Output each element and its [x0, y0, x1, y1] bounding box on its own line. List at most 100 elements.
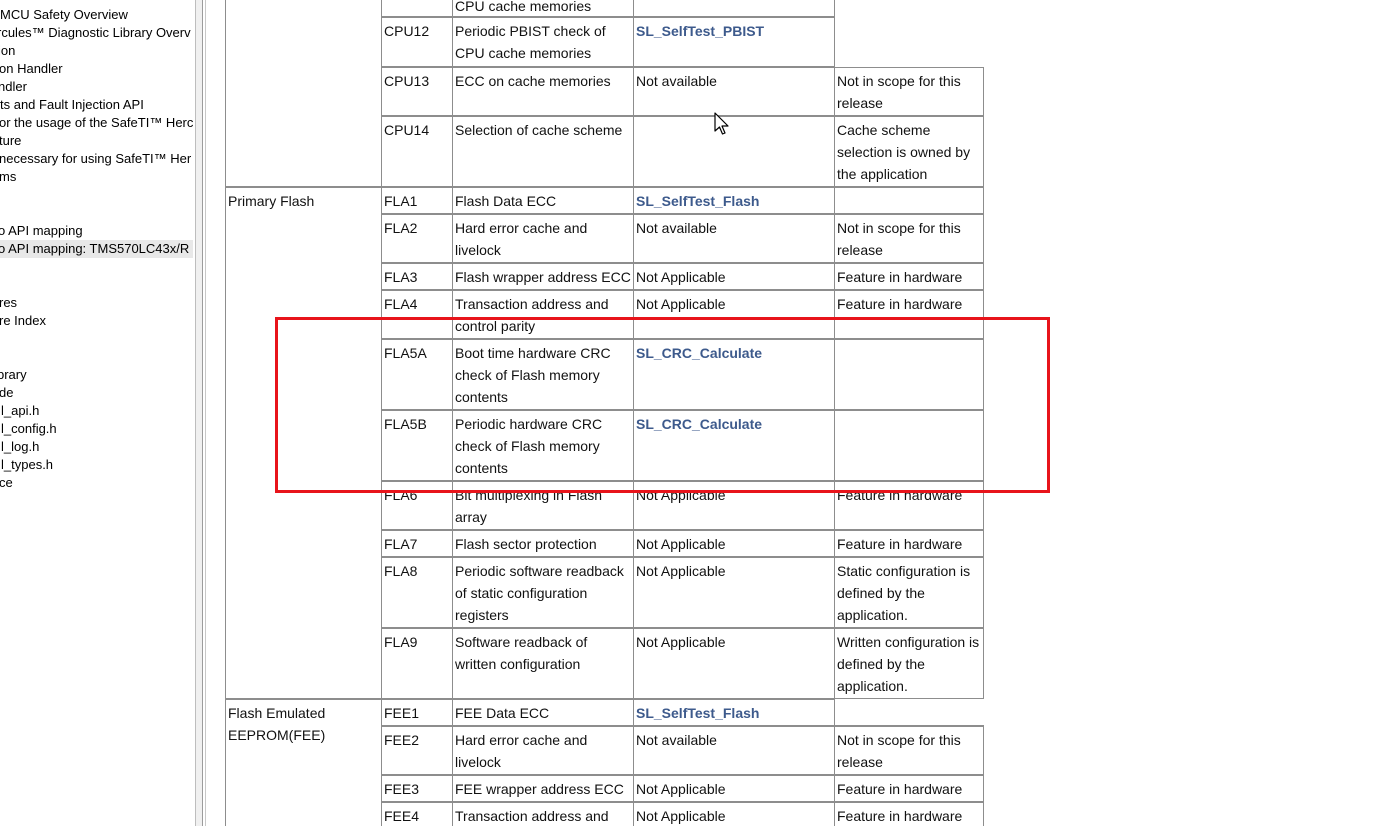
note-cell-text: Not in scope for this release: [837, 220, 961, 258]
api-cell-text: Not available: [636, 220, 717, 236]
note-cell-text: Feature in hardware: [837, 296, 963, 312]
group-cell: [225, 0, 382, 187]
row-id-cell: FEE4: [381, 802, 453, 826]
row-description-cell: Periodic PBIST check of CPU cache memori…: [452, 17, 634, 67]
nav-item[interactable]: MCU Safety Overview: [0, 6, 128, 24]
api-link-cell-text[interactable]: SL_SelfTest_Flash: [636, 190, 832, 212]
group-cell: Flash Emulated EEPROM(FEE): [225, 699, 382, 826]
nav-item[interactable]: o API mapping: [0, 222, 83, 240]
nav-item[interactable]: ts and Fault Injection API: [0, 96, 144, 114]
api-cell-text: Not Applicable: [636, 808, 726, 824]
nav-item[interactable]: ion: [0, 42, 15, 60]
api-cell: Not Applicable: [633, 263, 835, 290]
api-cell-text: Not Applicable: [636, 781, 726, 797]
nav-item[interactable]: ture: [0, 132, 21, 150]
api-cell: Not available: [633, 214, 835, 263]
api-cell: Not Applicable: [633, 775, 835, 802]
row-description-cell-text: FEE wrapper address ECC: [455, 781, 624, 797]
row-id-cell: FEE1: [381, 699, 453, 726]
row-id-cell-text: FLA9: [384, 634, 418, 650]
nav-item[interactable]: rcules™ Diagnostic Library Overv: [0, 24, 191, 42]
row-description-cell: Transaction address and: [452, 802, 634, 826]
row-description-cell: CPU cache memories: [452, 0, 634, 17]
api-cell-text: Not available: [636, 73, 717, 89]
nav-item[interactable]: l_api.h: [1, 402, 39, 420]
row-description-cell-text: Flash sector protection: [455, 536, 597, 552]
note-cell: Static configuration is defined by the a…: [834, 557, 984, 628]
row-description-cell: Boot time hardware CRC check of Flash me…: [452, 339, 634, 410]
api-link-cell-text[interactable]: SL_CRC_Calculate: [636, 342, 832, 364]
row-description-cell-text: Bit multiplexing in Flash array: [455, 487, 603, 525]
nav-item[interactable]: l_log.h: [1, 438, 39, 456]
row-id-cell: FLA1: [381, 187, 453, 214]
nav-item[interactable]: l_types.h: [1, 456, 53, 474]
nav-item[interactable]: brary: [0, 366, 27, 384]
note-cell: Feature in hardware: [834, 802, 984, 826]
row-id-cell: FLA4: [381, 290, 453, 339]
nav-item[interactable]: necessary for using SafeTI™ Her: [0, 150, 191, 168]
row-description-cell: Hard error cache and livelock: [452, 214, 634, 263]
row-description-cell-text: FEE Data ECC: [455, 705, 550, 721]
note-cell-empty: [834, 0, 985, 67]
row-id-cell: CPU12: [381, 17, 453, 67]
row-id-cell: [381, 0, 453, 17]
api-cell: [633, 116, 835, 187]
row-id-cell: FLA7: [381, 530, 453, 557]
row-description-cell-text: Transaction address and: [455, 808, 609, 824]
row-description-cell: Periodic software readback of static con…: [452, 557, 634, 628]
row-id-cell: FLA6: [381, 481, 453, 530]
row-id-cell-text: FLA5A: [384, 345, 427, 361]
nav-item[interactable]: ce: [0, 474, 13, 492]
row-description-cell-text: Selection of cache scheme: [455, 122, 623, 138]
nav-item[interactable]: res: [0, 294, 17, 312]
row-id-cell-text: FLA3: [384, 269, 418, 285]
row-id-cell-text: CPU13: [384, 73, 430, 89]
row-id-cell-text: FLA2: [384, 220, 418, 236]
row-description-cell: ECC on cache memories: [452, 67, 634, 116]
group-cell-text: Primary Flash: [228, 193, 315, 209]
nav-item[interactable]: de: [0, 384, 13, 402]
note-cell-text: Not in scope for this release: [837, 73, 961, 111]
note-cell-text: Feature in hardware: [837, 781, 963, 797]
row-id-cell: FEE2: [381, 726, 453, 775]
note-cell: Written configuration is defined by the …: [834, 628, 984, 699]
row-id-cell-text: FLA8: [384, 563, 418, 579]
row-id-cell-text: FEE3: [384, 781, 420, 797]
api-cell-text: Not Applicable: [636, 563, 726, 579]
row-id-cell: FLA8: [381, 557, 453, 628]
note-cell: Feature in hardware: [834, 530, 984, 557]
nav-item[interactable]: or the usage of the SafeTI™ Herc: [0, 114, 193, 132]
note-cell: Not in scope for this release: [834, 214, 984, 263]
api-cell: Not Applicable: [633, 802, 835, 826]
pane-splitter[interactable]: [195, 0, 203, 826]
nav-item[interactable]: ndler: [0, 78, 27, 96]
nav-item[interactable]: l_config.h: [1, 420, 57, 438]
group-cell-text: Flash Emulated EEPROM(FEE): [228, 705, 326, 743]
row-description-cell: Selection of cache scheme: [452, 116, 634, 187]
row-description-cell-text: Boot time hardware CRC check of Flash me…: [455, 345, 611, 405]
api-cell: Not Applicable: [633, 530, 835, 557]
nav-item[interactable]: on Handler: [0, 60, 63, 78]
nav-item[interactable]: ms: [0, 168, 16, 186]
note-cell-empty: [834, 699, 984, 726]
note-cell: Feature in hardware: [834, 775, 984, 802]
api-link-cell: SL_CRC_Calculate: [633, 339, 835, 410]
api-link-cell-text[interactable]: SL_CRC_Calculate: [636, 413, 832, 435]
group-cell: Primary Flash: [225, 187, 382, 699]
api-cell: Not Applicable: [633, 628, 835, 699]
api-cell: Not available: [633, 726, 835, 775]
row-id-cell: CPU14: [381, 116, 453, 187]
api-cell-text: Not Applicable: [636, 269, 726, 285]
note-cell: Feature in hardware: [834, 263, 984, 290]
row-id-cell: FLA5B: [381, 410, 453, 481]
row-description-cell: Flash Data ECC: [452, 187, 634, 214]
nav-item[interactable]: o API mapping: TMS570LC43x/R: [0, 240, 193, 258]
nav-item[interactable]: re Index: [0, 312, 46, 330]
row-id-cell-text: FLA7: [384, 536, 418, 552]
api-cell: Not Applicable: [633, 557, 835, 628]
api-link-cell-text[interactable]: SL_SelfTest_PBIST: [636, 20, 832, 42]
row-id-cell-text: FEE4: [384, 808, 420, 824]
note-cell: [834, 339, 984, 410]
row-id-cell: FLA2: [381, 214, 453, 263]
api-link-cell-text[interactable]: SL_SelfTest_Flash: [636, 702, 832, 724]
